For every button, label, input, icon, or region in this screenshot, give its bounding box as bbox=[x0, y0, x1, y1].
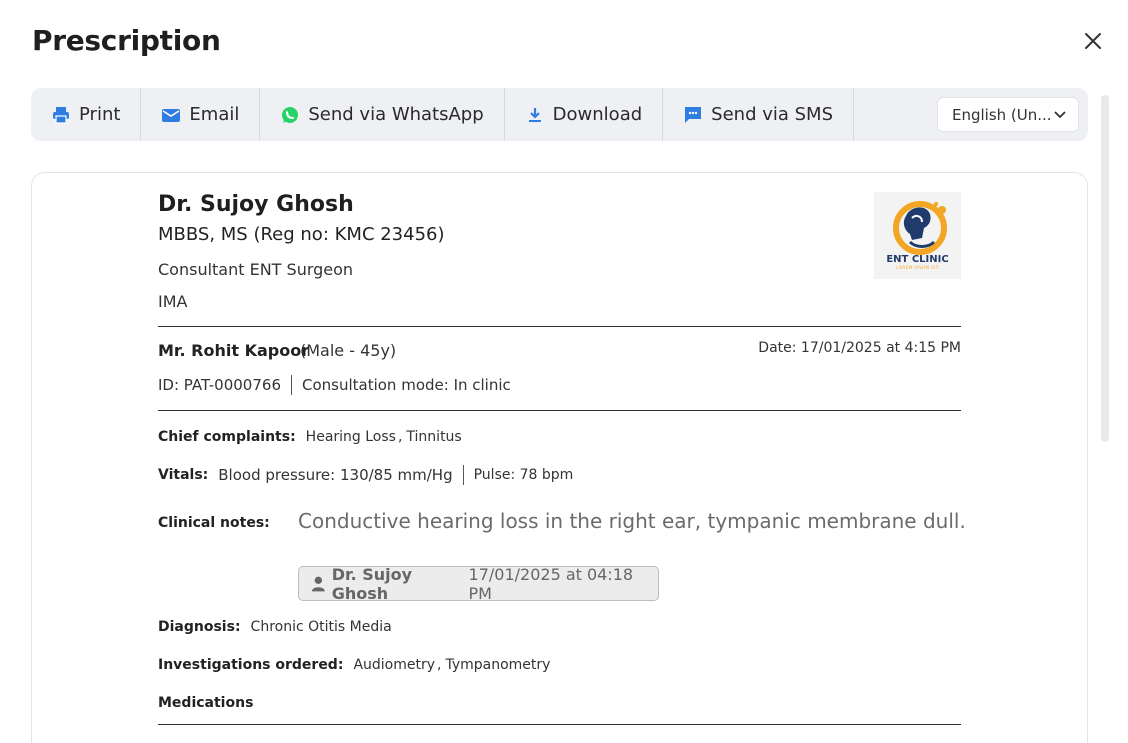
doctor-qualifications: MBBS, MS (Reg no: KMC 23456) bbox=[158, 224, 445, 245]
medications-label: Medications bbox=[158, 695, 254, 711]
patient-id-row: ID: PAT-0000766 Consultation mode: In cl… bbox=[158, 375, 511, 395]
investigation-item: Audiometry bbox=[353, 657, 436, 673]
patient-id: ID: PAT-0000766 bbox=[158, 376, 281, 394]
email-button[interactable]: Email bbox=[141, 88, 261, 141]
download-button[interactable]: Download bbox=[505, 88, 664, 141]
sms-label: Send via SMS bbox=[711, 104, 833, 125]
print-label: Print bbox=[79, 104, 121, 125]
doctor-name: Dr. Sujoy Ghosh bbox=[158, 192, 354, 217]
language-select[interactable]: English (Un... bbox=[937, 97, 1079, 132]
complaint-item: Hearing Loss bbox=[305, 429, 396, 445]
investigation-item: Tympanometry bbox=[445, 657, 551, 673]
note-author-chip: Dr. Sujoy Ghosh 17/01/2025 at 04:18 PM bbox=[298, 564, 659, 603]
email-label: Email bbox=[189, 104, 240, 125]
doctor-role: Consultant ENT Surgeon bbox=[158, 260, 354, 279]
consultation-mode: Consultation mode: In clinic bbox=[301, 376, 511, 394]
comma: , bbox=[397, 429, 403, 445]
investigations-row: Investigations ordered: Audiometry, Tymp… bbox=[158, 657, 550, 673]
note-timestamp: 17/01/2025 at 04:18 PM bbox=[468, 564, 634, 603]
clinical-notes-label: Clinical notes: bbox=[158, 515, 270, 531]
separator bbox=[462, 465, 464, 485]
divider bbox=[158, 326, 961, 327]
diagnosis-label: Diagnosis: bbox=[158, 619, 241, 635]
message-icon bbox=[683, 105, 703, 125]
scrollbar[interactable] bbox=[1101, 95, 1109, 442]
logo-subtext: LOREM IPSUM SIT bbox=[896, 265, 939, 270]
sms-button[interactable]: Send via SMS bbox=[663, 88, 854, 141]
patient-name: Mr. Rohit Kapoor bbox=[158, 341, 310, 360]
close-icon bbox=[1085, 33, 1101, 49]
separator bbox=[290, 375, 292, 395]
vitals-row: Vitals: Blood pressure: 130/85 mm/Hg Pul… bbox=[158, 465, 573, 485]
chief-complaints-row: Chief complaints: Hearing Loss, Tinnitus bbox=[158, 429, 462, 445]
user-icon bbox=[311, 576, 325, 591]
whatsapp-button[interactable]: Send via WhatsApp bbox=[260, 88, 505, 141]
divider bbox=[158, 724, 961, 725]
doctor-org: IMA bbox=[158, 292, 188, 311]
printer-icon bbox=[51, 105, 71, 125]
ent-logo-icon bbox=[892, 201, 947, 255]
logo-text: ENT CLINIC bbox=[886, 254, 949, 265]
diagnosis-row: Diagnosis: Chronic Otitis Media bbox=[158, 619, 392, 635]
language-value: English (Un... bbox=[952, 105, 1052, 124]
note-author: Dr. Sujoy Ghosh bbox=[331, 564, 413, 603]
whatsapp-label: Send via WhatsApp bbox=[308, 104, 484, 125]
page-title: Prescription bbox=[32, 24, 221, 57]
divider bbox=[158, 410, 961, 411]
chief-complaints-label: Chief complaints: bbox=[158, 429, 296, 445]
comma: , bbox=[437, 657, 442, 673]
mail-icon bbox=[161, 105, 181, 125]
vital-bp: Blood pressure: 130/85 mm/Hg bbox=[218, 466, 453, 484]
download-icon bbox=[525, 105, 545, 125]
clinic-logo: ENT CLINIC LOREM IPSUM SIT bbox=[874, 192, 961, 279]
clinical-notes-text: Conductive hearing loss in the right ear… bbox=[298, 509, 966, 533]
prescription-date: Date: 17/01/2025 at 4:15 PM bbox=[758, 340, 961, 356]
chevron-down-icon bbox=[1054, 110, 1066, 118]
print-button[interactable]: Print bbox=[31, 88, 142, 141]
vital-pulse: Pulse: 78 bpm bbox=[473, 467, 574, 483]
download-label: Download bbox=[552, 104, 643, 125]
investigations-label: Investigations ordered: bbox=[158, 657, 344, 673]
action-toolbar: Print Email Send via WhatsApp Download S… bbox=[31, 88, 1088, 141]
complaint-item: Tinnitus bbox=[406, 429, 462, 445]
close-button[interactable] bbox=[1080, 28, 1106, 54]
diagnosis-value: Chronic Otitis Media bbox=[250, 619, 392, 635]
whatsapp-icon bbox=[280, 105, 300, 125]
patient-meta: (Male - 45y) bbox=[300, 341, 397, 360]
vitals-label: Vitals: bbox=[158, 467, 209, 483]
